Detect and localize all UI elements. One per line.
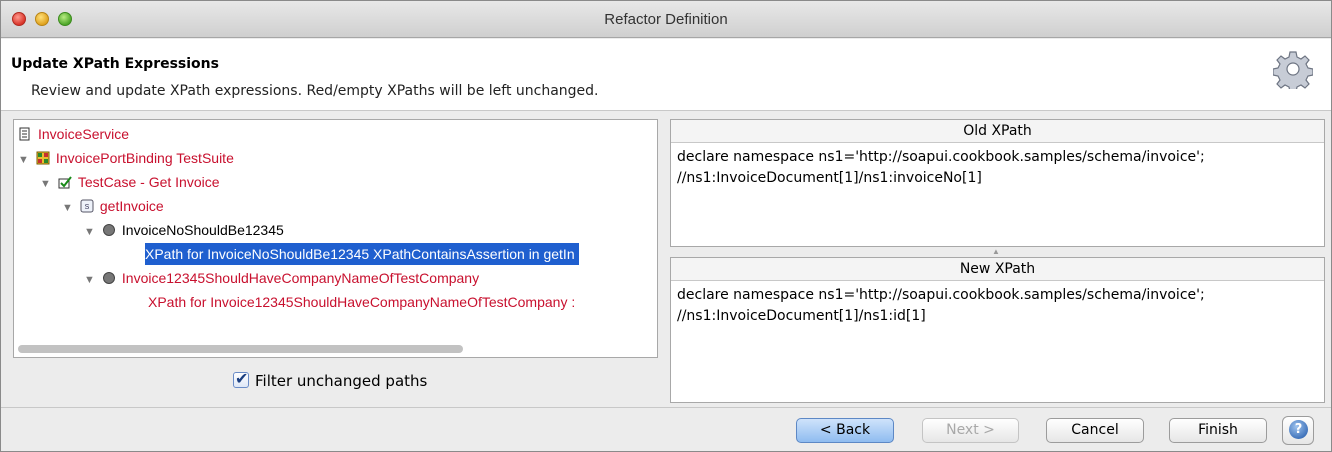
assertion-status-icon xyxy=(102,272,115,284)
horizontal-scrollbar[interactable] xyxy=(18,343,653,355)
checkbox-checked-icon[interactable] xyxy=(233,369,249,388)
old-xpath-heading: Old XPath xyxy=(671,120,1324,143)
old-xpath-line: //ns1:InvoiceDocument[1]/ns1:invoiceNo[1… xyxy=(677,170,982,186)
tree-item-step[interactable]: ▼ S getInvoice xyxy=(62,195,164,217)
test-suite-icon xyxy=(36,151,50,165)
tree-item-label: getInvoice xyxy=(99,198,164,214)
refactor-definition-window: Refactor Definition Update XPath Express… xyxy=(0,0,1332,452)
tree-item-assertion-1-xpath[interactable]: XPath for InvoiceNoShouldBe12345 XPathCo… xyxy=(145,243,579,265)
cancel-button[interactable]: Cancel xyxy=(1046,418,1144,443)
old-xpath-line: declare namespace ns1='http://soapui.coo… xyxy=(677,149,1205,165)
old-xpath-panel: Old XPath declare namespace ns1='http://… xyxy=(670,119,1325,247)
new-xpath-panel: New XPath declare namespace ns1='http://… xyxy=(670,257,1325,403)
old-xpath-text: declare namespace ns1='http://soapui.coo… xyxy=(671,143,1324,193)
window-title: Refactor Definition xyxy=(604,11,728,28)
tree-item-testcase[interactable]: ▼ TestCase - Get Invoice xyxy=(40,171,220,193)
gear-icon xyxy=(1273,51,1313,89)
splitter-handle[interactable]: ▲ xyxy=(992,247,1000,256)
wizard-header: Update XPath Expressions Review and upda… xyxy=(1,39,1331,111)
tree-item-label: InvoicePortBinding TestSuite xyxy=(55,150,234,166)
svg-text:S: S xyxy=(85,204,90,211)
page-title: Update XPath Expressions xyxy=(11,56,219,72)
expand-arrow-icon[interactable]: ▼ xyxy=(84,269,98,291)
tree-item-label: TestCase - Get Invoice xyxy=(77,174,220,190)
new-xpath-editor[interactable]: declare namespace ns1='http://soapui.coo… xyxy=(671,281,1324,331)
finish-button[interactable]: Finish xyxy=(1169,418,1267,443)
expand-arrow-icon[interactable]: ▼ xyxy=(18,149,32,171)
tree-item-suite[interactable]: ▼ InvoicePortBinding TestSuite xyxy=(18,147,234,169)
expand-arrow-icon[interactable]: ▼ xyxy=(40,173,54,195)
title-bar: Refactor Definition xyxy=(1,1,1331,38)
next-button[interactable]: Next > xyxy=(922,418,1019,443)
tree-item-label: XPath for InvoiceNoShouldBe12345 XPathCo… xyxy=(145,246,575,262)
filter-label: Filter unchanged paths xyxy=(255,372,428,390)
document-icon xyxy=(19,127,30,141)
tree-item-assertion-2-xpath[interactable]: XPath for Invoice12345ShouldHaveCompanyN… xyxy=(148,291,575,313)
tree-item-service[interactable]: InvoiceService xyxy=(18,123,129,145)
expand-arrow-icon[interactable]: ▼ xyxy=(84,221,98,243)
tree-item-assertion-1[interactable]: ▼ InvoiceNoShouldBe12345 xyxy=(84,219,284,241)
test-case-icon xyxy=(58,176,72,189)
tree-item-label: Invoice12345ShouldHaveCompanyNameOfTestC… xyxy=(121,270,480,286)
filter-unchanged-checkbox[interactable]: Filter unchanged paths xyxy=(233,369,428,390)
tree-item-assertion-2[interactable]: ▼ Invoice12345ShouldHaveCompanyNameOfTes… xyxy=(84,267,479,289)
soap-request-icon: S xyxy=(80,199,94,213)
expand-arrow-icon[interactable]: ▼ xyxy=(62,197,76,219)
new-xpath-line: //ns1:InvoiceDocument[1]/ns1:id[1] xyxy=(677,308,926,324)
page-description: Review and update XPath expressions. Red… xyxy=(31,83,599,99)
tree-item-label: InvoiceNoShouldBe12345 xyxy=(121,222,284,238)
new-xpath-line: declare namespace ns1='http://soapui.coo… xyxy=(677,287,1205,303)
wizard-button-bar: < Back Next > Cancel Finish ? xyxy=(1,407,1331,451)
scrollbar-thumb[interactable] xyxy=(18,345,463,353)
back-button[interactable]: < Back xyxy=(796,418,894,443)
tree-item-label: InvoiceService xyxy=(38,126,130,142)
help-icon: ? xyxy=(1289,420,1308,439)
tree-panel[interactable]: InvoiceService ▼ InvoicePortBinding Test… xyxy=(13,119,658,358)
assertion-status-icon xyxy=(102,224,115,236)
help-button[interactable]: ? xyxy=(1282,416,1314,445)
new-xpath-heading: New XPath xyxy=(671,258,1324,281)
tree-item-label: XPath for Invoice12345ShouldHaveCompanyN… xyxy=(148,294,576,310)
